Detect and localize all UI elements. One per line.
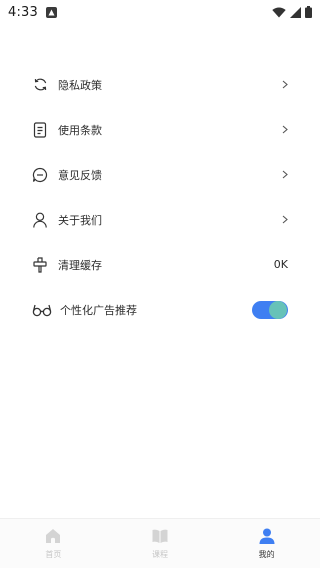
glasses-icon [32,302,52,318]
menu-item-label: 使用条款 [58,123,102,137]
menu-item-feedback[interactable]: 意见反馈 [0,152,320,197]
refresh-icon [32,77,48,93]
menu-item-label: 清理缓存 [58,258,102,272]
menu-item-terms-of-use[interactable]: 使用条款 [0,107,320,152]
tab-label: 首页 [45,550,62,559]
menu-item-clear-cache[interactable]: 清理缓存 0K [0,242,320,287]
brush-icon [32,256,48,273]
status-icons [272,3,312,22]
menu-item-label: 关于我们 [58,213,102,227]
person-icon [32,212,48,228]
menu-item-privacy-policy[interactable]: 隐私政策 [0,62,320,107]
chevron-right-icon [280,215,288,225]
battery-icon [305,3,312,22]
menu-item-label: 意见反馈 [58,168,102,182]
menu-item-about-us[interactable]: 关于我们 [0,197,320,242]
document-icon [32,121,48,138]
notification-icon [46,6,57,18]
tab-label: 课程 [152,550,168,559]
wifi-icon [272,3,286,22]
chevron-right-icon [280,170,288,180]
home-icon [44,527,62,545]
chat-icon [32,167,48,183]
cache-size-value: 0K [273,258,288,271]
toggle-knob [269,300,287,319]
app-screen: 4:33 隐私政策 使用条款 意见反馈 关于我们 清理缓存 0K 个性化广告推荐… [0,0,320,568]
menu-item-personalized-ads: 个性化广告推荐 [0,287,320,332]
menu-item-label: 隐私政策 [58,78,102,92]
chevron-right-icon [280,80,288,90]
signal-icon [290,3,301,22]
tab-courses[interactable]: 课程 [107,519,214,568]
menu-item-label: 个性化广告推荐 [60,303,137,317]
book-icon [151,527,169,545]
tab-label: 我的 [258,550,275,559]
status-bar: 4:33 [0,0,320,24]
tab-home[interactable]: 首页 [0,519,107,568]
chevron-right-icon [280,125,288,135]
settings-menu: 隐私政策 使用条款 意见反馈 关于我们 清理缓存 0K 个性化广告推荐 [0,62,320,332]
bottom-tab-bar: 首页 课程 我的 [0,518,320,568]
personalized-ads-toggle[interactable] [252,300,288,319]
tab-mine[interactable]: 我的 [213,519,320,568]
user-icon [258,527,276,545]
status-time: 4:33 [8,4,38,20]
